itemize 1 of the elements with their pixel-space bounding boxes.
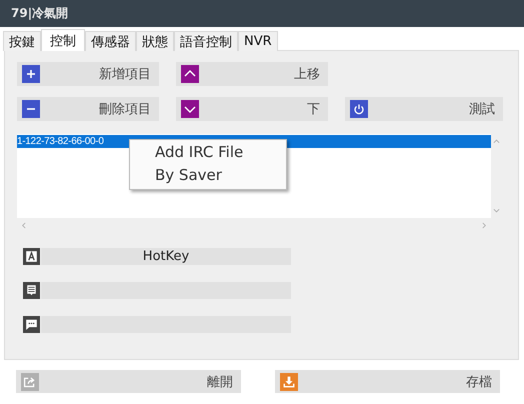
window-title: 79|冷氣開 — [11, 5, 68, 22]
